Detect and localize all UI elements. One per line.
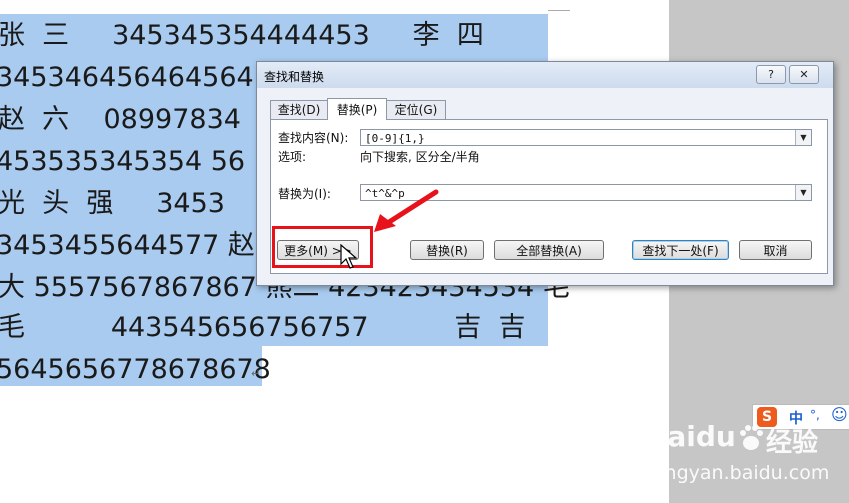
find-next-button[interactable]: 查找下一处(F) xyxy=(632,240,729,260)
find-what-value: [0-9]{1,} xyxy=(365,132,425,145)
find-dropdown-icon[interactable]: ▼ xyxy=(795,130,811,145)
find-what-input[interactable]: [0-9]{1,} ▼ xyxy=(360,129,812,146)
doc-line-1: 张 三 345345354444453 李 四 xyxy=(0,20,484,51)
replace-all-button[interactable]: 全部替换(A) xyxy=(494,240,604,260)
doc-line-4: 453535345354 56 xyxy=(0,146,246,177)
replace-button[interactable]: 替换(R) xyxy=(410,240,484,260)
doc-line-6: 3453455644577 赵珏 xyxy=(0,230,282,261)
options-label: 选项: xyxy=(278,150,307,164)
replace-label: 替换为(I): xyxy=(278,187,331,201)
baidu-watermark: Baidu 经验 jingyan.baidu.com xyxy=(640,418,840,498)
tab-replace[interactable]: 替换(P) xyxy=(327,98,387,120)
watermark-brand: Baidu xyxy=(646,420,736,453)
find-label: 查找内容(N): xyxy=(278,131,349,145)
doc-line-9: 5645656778678678 xyxy=(0,354,271,385)
help-button[interactable]: ? xyxy=(756,65,786,84)
tab-goto[interactable]: 定位(G) xyxy=(386,100,446,120)
page-edge xyxy=(548,10,570,11)
doc-line-8: 毛 443545656756757 吉 吉 xyxy=(0,312,526,343)
watermark-url: jingyan.baidu.com xyxy=(654,462,830,484)
mouse-cursor-icon xyxy=(340,244,358,269)
paragraph-mark: ↵ xyxy=(251,367,261,380)
doc-line-5: 光 头 强 3453 xyxy=(0,188,225,219)
cancel-button[interactable]: 取消 xyxy=(739,240,812,260)
replace-dropdown-icon[interactable]: ▼ xyxy=(795,185,811,200)
close-button[interactable]: ✕ xyxy=(789,65,819,84)
doc-line-3: 赵 六 08997834 xyxy=(0,104,241,135)
annotation-arrow-icon xyxy=(374,189,439,232)
tab-find[interactable]: 查找(D) xyxy=(270,100,328,120)
doc-line-2: 345346456464564 xyxy=(0,62,254,93)
dialog-titlebar[interactable]: 查找和替换 ? ✕ xyxy=(257,62,833,88)
paw-icon xyxy=(740,425,763,450)
watermark-brand-cn: 经验 xyxy=(766,428,819,458)
options-value: 向下搜索, 区分全/半角 xyxy=(360,150,480,164)
dialog-title: 查找和替换 xyxy=(264,70,325,84)
